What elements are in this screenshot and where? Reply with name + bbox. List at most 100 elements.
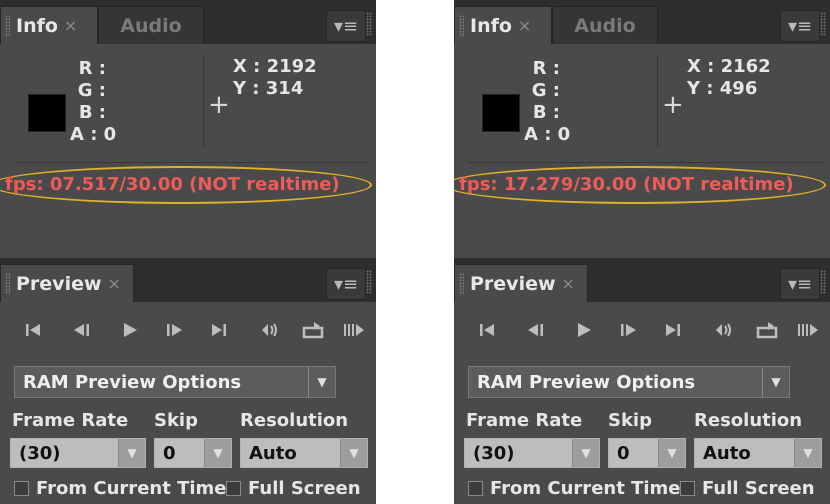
drag-grip-icon[interactable] xyxy=(5,272,10,295)
tab-audio-label: Audio xyxy=(574,14,636,37)
drag-grip-icon[interactable] xyxy=(459,272,464,295)
next-frame-icon[interactable] xyxy=(618,316,638,344)
first-frame-icon[interactable] xyxy=(24,316,44,344)
drag-grip-icon[interactable] xyxy=(820,12,826,36)
previous-frame-icon[interactable] xyxy=(526,316,546,344)
frame-rate-label: Frame Rate xyxy=(12,410,129,431)
transport-controls xyxy=(0,316,376,344)
panel-menu-icon[interactable]: ▾≡ xyxy=(326,10,366,42)
frame-rate-value: (30) xyxy=(465,439,572,467)
tab-preview[interactable]: Preview × xyxy=(454,264,588,302)
tab-info[interactable]: Info × xyxy=(454,6,552,44)
tab-preview[interactable]: Preview × xyxy=(0,264,134,302)
loop-icon[interactable] xyxy=(302,316,326,344)
skip-label: Skip xyxy=(608,410,652,431)
chevron-down-icon: ▼ xyxy=(204,439,231,467)
ram-preview-icon[interactable] xyxy=(796,316,820,344)
full-screen-label: Full Screen xyxy=(248,478,361,499)
skip-label: Skip xyxy=(154,410,198,431)
close-icon[interactable]: × xyxy=(64,16,77,35)
play-icon[interactable] xyxy=(574,316,594,344)
tab-audio-label: Audio xyxy=(120,14,182,37)
tab-audio[interactable]: Audio xyxy=(552,6,658,44)
preview-panel: RAM Preview Options ▼ Frame Rate Skip Re… xyxy=(0,302,376,504)
chevron-down-icon: ▼ xyxy=(794,439,821,467)
color-swatch xyxy=(28,94,66,132)
checkbox-icon[interactable] xyxy=(468,481,483,496)
info-tab-bar: Info × Audio ▾≡ xyxy=(454,0,830,44)
tab-info[interactable]: Info × xyxy=(0,6,98,44)
resolution-label: Resolution xyxy=(240,410,349,431)
chevron-down-icon: ▼ xyxy=(118,439,145,467)
divider xyxy=(14,162,370,163)
g-value: G : xyxy=(77,80,106,101)
resolution-dropdown[interactable]: Auto ▼ xyxy=(694,438,822,468)
frame-rate-dropdown[interactable]: (30) ▼ xyxy=(464,438,600,468)
crosshair-icon: + xyxy=(662,90,684,120)
screenshot-right: Info × Audio ▾≡ R : G : B : A : 0 + X : … xyxy=(454,0,830,504)
x-value: X : 2162 xyxy=(687,56,771,77)
r-value: R : xyxy=(532,58,560,79)
drag-grip-icon[interactable] xyxy=(366,12,372,36)
full-screen-checkbox[interactable]: Full Screen xyxy=(680,478,815,499)
skip-value: 0 xyxy=(155,439,204,467)
screenshot-left: Info × Audio ▾≡ R : G : B : A : 0 + X : … xyxy=(0,0,376,504)
ram-preview-options-label: RAM Preview Options xyxy=(477,371,696,393)
last-frame-icon[interactable] xyxy=(208,316,228,344)
preview-tab-bar: Preview × ▾≡ xyxy=(0,258,376,302)
b-value: B : xyxy=(78,102,106,123)
tab-audio[interactable]: Audio xyxy=(98,6,204,44)
from-current-time-label: From Current Time xyxy=(36,478,227,499)
resolution-dropdown[interactable]: Auto ▼ xyxy=(240,438,368,468)
audio-icon[interactable] xyxy=(712,316,734,344)
a-value: A : 0 xyxy=(70,124,117,145)
skip-dropdown[interactable]: 0 ▼ xyxy=(154,438,232,468)
frame-rate-dropdown[interactable]: (30) ▼ xyxy=(10,438,146,468)
tab-preview-label: Preview xyxy=(470,272,556,295)
rgba-readout: R : G : B : A : 0 xyxy=(70,58,117,146)
x-value: X : 2192 xyxy=(233,56,317,77)
full-screen-label: Full Screen xyxy=(702,478,815,499)
info-tab-bar: Info × Audio ▾≡ xyxy=(0,0,376,44)
ram-preview-options-label: RAM Preview Options xyxy=(23,371,242,393)
chevron-down-icon: ▼ xyxy=(762,367,789,397)
resolution-value: Auto xyxy=(241,439,340,467)
panel-menu-icon[interactable]: ▾≡ xyxy=(780,10,820,42)
b-value: B : xyxy=(532,102,560,123)
drag-grip-icon[interactable] xyxy=(366,270,372,294)
color-swatch xyxy=(482,94,520,132)
previous-frame-icon[interactable] xyxy=(72,316,92,344)
checkbox-icon[interactable] xyxy=(14,481,29,496)
tab-info-label: Info xyxy=(16,14,58,37)
drag-grip-icon[interactable] xyxy=(459,14,464,37)
next-frame-icon[interactable] xyxy=(164,316,184,344)
divider xyxy=(203,54,204,148)
first-frame-icon[interactable] xyxy=(478,316,498,344)
skip-dropdown[interactable]: 0 ▼ xyxy=(608,438,686,468)
ram-preview-options-dropdown[interactable]: RAM Preview Options ▼ xyxy=(468,366,790,398)
from-current-time-checkbox[interactable]: From Current Time xyxy=(14,478,227,499)
close-icon[interactable]: × xyxy=(518,16,531,35)
checkbox-icon[interactable] xyxy=(226,481,241,496)
panel-menu-icon[interactable]: ▾≡ xyxy=(326,268,366,300)
drag-grip-icon[interactable] xyxy=(820,270,826,294)
close-icon[interactable]: × xyxy=(108,274,121,293)
chevron-down-icon: ▼ xyxy=(340,439,367,467)
loop-icon[interactable] xyxy=(756,316,780,344)
frame-rate-label: Frame Rate xyxy=(466,410,583,431)
checkbox-icon[interactable] xyxy=(680,481,695,496)
drag-grip-icon[interactable] xyxy=(5,14,10,37)
panel-menu-icon[interactable]: ▾≡ xyxy=(780,268,820,300)
ram-preview-options-dropdown[interactable]: RAM Preview Options ▼ xyxy=(14,366,336,398)
play-icon[interactable] xyxy=(120,316,140,344)
coordinate-readout: X : 2192 Y : 314 xyxy=(233,56,317,100)
audio-icon[interactable] xyxy=(258,316,280,344)
rgba-readout: R : G : B : A : 0 xyxy=(524,58,570,146)
close-icon[interactable]: × xyxy=(562,274,575,293)
ram-preview-icon[interactable] xyxy=(342,316,366,344)
from-current-time-checkbox[interactable]: From Current Time xyxy=(468,478,681,499)
full-screen-checkbox[interactable]: Full Screen xyxy=(226,478,361,499)
last-frame-icon[interactable] xyxy=(662,316,682,344)
fps-readout: fps: 07.517/30.00 (NOT realtime) xyxy=(5,174,340,195)
tab-preview-label: Preview xyxy=(16,272,102,295)
